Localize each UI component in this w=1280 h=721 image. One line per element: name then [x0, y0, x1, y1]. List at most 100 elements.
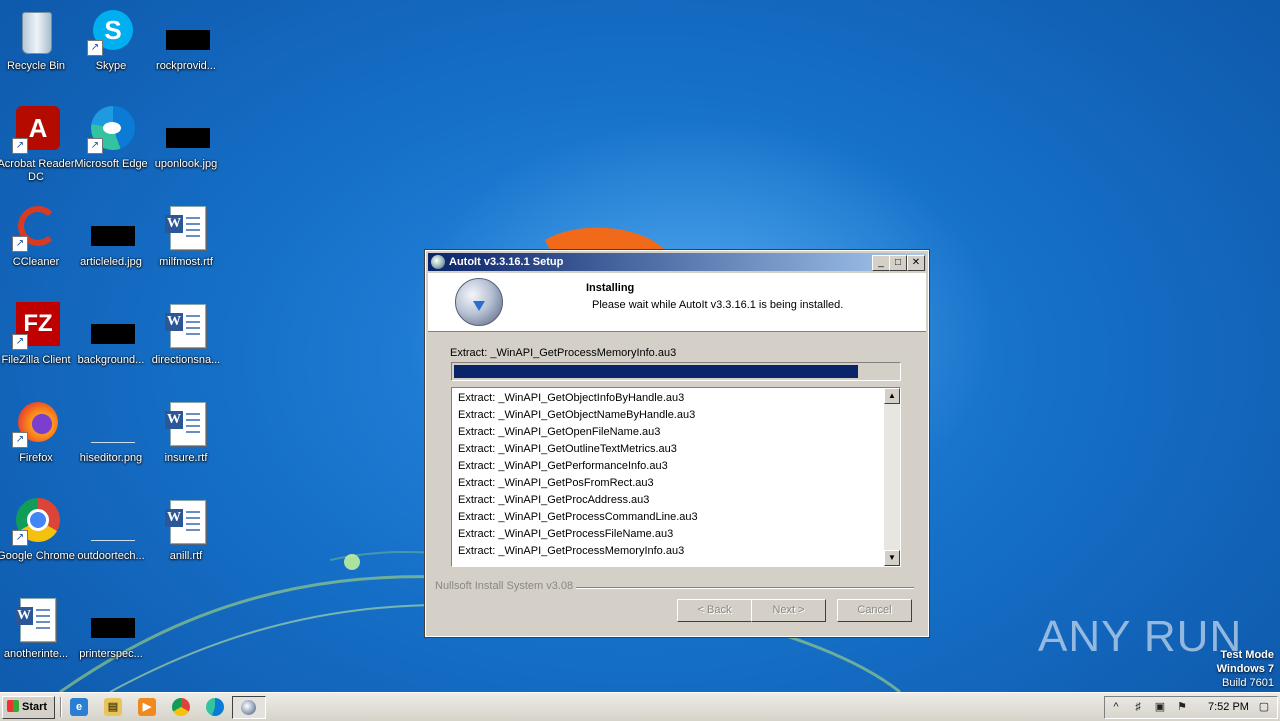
details-item: Extract: _WinAPI_GetProcessFileName.au3 — [458, 528, 674, 540]
system-tray: ^ ♯ ▣ ⚑ 7:52 PM ▢ — [1104, 696, 1278, 719]
desktop-icon-directionsna[interactable]: W directionsna... — [147, 302, 225, 367]
nsis-branding: Nullsoft Install System v3.08 — [435, 580, 574, 592]
details-scrollbar[interactable]: ▲ ▼ — [884, 388, 900, 566]
show-desktop-icon[interactable]: ▢ — [1257, 700, 1271, 714]
desktop-icon-background[interactable]: background... — [72, 302, 150, 367]
desktop-icon-chrome[interactable]: ↗ Google Chrome — [0, 498, 75, 563]
desktop-icon-label: directionsna... — [151, 354, 221, 366]
chrome-taskbar-icon[interactable] — [172, 698, 190, 716]
details-item: Extract: _WinAPI_GetOutlineTextMetrics.a… — [458, 443, 677, 455]
anyrun-watermark: ANY RUN — [1038, 612, 1243, 661]
desktop-icon-filezilla[interactable]: FZ ↗ FileZilla Client — [0, 302, 75, 367]
back-button[interactable]: < Back — [677, 599, 752, 622]
desktop-icon-label: hiseditor.png — [79, 452, 143, 464]
recycle-bin-icon — [12, 8, 60, 56]
desktop-icon-label: Firefox — [19, 452, 53, 464]
show-hidden-icons-icon[interactable]: ^ — [1109, 700, 1123, 714]
desktop-icon-ccleaner[interactable]: ↗ CCleaner — [0, 204, 75, 269]
chrome-icon: ↗ — [12, 498, 60, 546]
desktop-icon-label: Skype — [95, 60, 127, 72]
desktop-icon-label: Recycle Bin — [6, 60, 66, 72]
clock[interactable]: 7:52 PM — [1208, 701, 1249, 713]
desktop-icon-firefox[interactable]: ↗ Firefox — [0, 400, 75, 465]
cancel-button[interactable]: Cancel — [837, 599, 912, 622]
ccleaner-icon: ↗ — [12, 204, 60, 252]
details-item: Extract: _WinAPI_GetProcessMemoryInfo.au… — [458, 545, 685, 557]
test-mode-line: Test Mode — [1220, 649, 1274, 661]
image-file-icon — [87, 400, 135, 448]
acrobat-icon: A ↗ — [12, 106, 60, 154]
desktop-icon-acrobat[interactable]: A ↗ Acrobat Reader DC — [0, 106, 75, 184]
desktop-icon-printerspec[interactable]: printerspec... — [72, 596, 150, 661]
progress-bar — [451, 362, 901, 381]
desktop-icon-anotherinte[interactable]: W anotherinte... — [0, 596, 75, 661]
current-action: Extract: _WinAPI_GetProcessMemoryInfo.au… — [450, 347, 677, 359]
os-name-line: Windows 7 — [1216, 663, 1274, 675]
desktop-icon-outdoortech[interactable]: outdoortech... — [72, 498, 150, 563]
edge-taskbar-icon[interactable] — [206, 698, 224, 716]
installer-header: Installing Please wait while AutoIt v3.3… — [428, 273, 926, 332]
word-document-icon: W — [162, 302, 210, 350]
desktop-icon-edge[interactable]: ↗ Microsoft Edge — [72, 106, 150, 171]
taskbar: Start e ▤ ▶ ^ ♯ ▣ ⚑ 7:52 PM ▢ — [0, 692, 1280, 721]
scroll-up-icon[interactable]: ▲ — [884, 388, 900, 404]
image-file-icon — [87, 302, 135, 350]
maximize-button[interactable]: □ — [889, 255, 907, 271]
start-button[interactable]: Start — [2, 696, 55, 719]
desktop-icon-label: rockprovid... — [156, 60, 216, 72]
desktop-icon-label: Google Chrome — [0, 550, 75, 562]
desktop-icon-articleled[interactable]: articleled.jpg — [72, 204, 150, 269]
taskbar-separator — [60, 697, 62, 717]
desktop-icon-insure[interactable]: W insure.rtf — [147, 400, 225, 465]
details-item: Extract: _WinAPI_GetOpenFileName.au3 — [458, 426, 661, 438]
autoit-icon — [431, 255, 445, 269]
desktop-icon-milfmost[interactable]: W milfmost.rtf — [147, 204, 225, 269]
title-bar[interactable]: AutoIt v3.3.16.1 Setup _ □ ✕ — [428, 253, 926, 271]
image-file-icon — [87, 596, 135, 644]
skype-icon: S ↗ — [87, 8, 135, 56]
desktop-icon-hiseditor[interactable]: hiseditor.png — [72, 400, 150, 465]
file-explorer-icon[interactable]: ▤ — [104, 698, 122, 716]
windows-logo-icon — [7, 700, 19, 712]
window-title: AutoIt v3.3.16.1 Setup — [449, 256, 564, 268]
desktop-icon-label: background... — [77, 354, 145, 366]
desktop-icon-uponlook[interactable]: uponlook.jpg — [147, 106, 225, 171]
details-list[interactable]: Extract: _WinAPI_GetObjectInfoByHandle.a… — [451, 387, 901, 567]
internet-explorer-icon[interactable]: e — [70, 698, 88, 716]
desktop-icon-label: anotherinte... — [3, 648, 69, 660]
installer-window: AutoIt v3.3.16.1 Setup _ □ ✕ Installing … — [424, 249, 930, 638]
filezilla-icon: FZ ↗ — [12, 302, 60, 350]
action-center-flag-icon[interactable]: ⚑ — [1175, 700, 1189, 714]
scroll-down-icon[interactable]: ▼ — [884, 550, 900, 566]
build-line: Build 7601 — [1222, 677, 1274, 689]
minimize-button[interactable]: _ — [872, 255, 890, 271]
desktop-icon-rockprovid[interactable]: rockprovid... — [147, 8, 225, 73]
desktop-icon-recycle-bin[interactable]: Recycle Bin — [0, 8, 75, 73]
taskbar-autoit-setup[interactable] — [232, 696, 266, 719]
desktop-icon-anill[interactable]: W anill.rtf — [147, 498, 225, 563]
header-subtitle: Please wait while AutoIt v3.3.16.1 is be… — [592, 299, 844, 311]
test-mode-notice: Test Mode Windows 7 Build 7601 — [1217, 648, 1274, 690]
details-item: Extract: _WinAPI_GetProcessCommandLine.a… — [458, 511, 698, 523]
details-item: Extract: _WinAPI_GetObjectNameByHandle.a… — [458, 409, 696, 421]
network-icon[interactable]: ▣ — [1153, 700, 1167, 714]
image-file-icon — [162, 106, 210, 154]
details-items: Extract: _WinAPI_GetObjectInfoByHandle.a… — [452, 388, 900, 560]
next-button[interactable]: Next > — [751, 599, 826, 622]
desktop-icon-skype[interactable]: S ↗ Skype — [72, 8, 150, 73]
close-button[interactable]: ✕ — [907, 255, 925, 271]
desktop: Recycle Bin A ↗ Acrobat Reader DC ↗ CCle… — [0, 0, 1280, 692]
desktop-icon-label: articleled.jpg — [80, 256, 142, 268]
firefox-icon: ↗ — [12, 400, 60, 448]
volume-icon[interactable]: ♯ — [1131, 700, 1145, 714]
desktop-icon-label: uponlook.jpg — [154, 158, 218, 170]
progress-fill — [454, 365, 858, 378]
media-player-icon[interactable]: ▶ — [138, 698, 156, 716]
edge-icon: ↗ — [87, 106, 135, 154]
details-item: Extract: _WinAPI_GetPosFromRect.au3 — [458, 477, 654, 489]
image-file-icon — [87, 204, 135, 252]
details-item: Extract: _WinAPI_GetObjectInfoByHandle.a… — [458, 392, 685, 404]
file-icon — [162, 8, 210, 56]
installer-logo-icon — [455, 278, 503, 326]
desktop-icon-label: outdoortech... — [77, 550, 145, 562]
